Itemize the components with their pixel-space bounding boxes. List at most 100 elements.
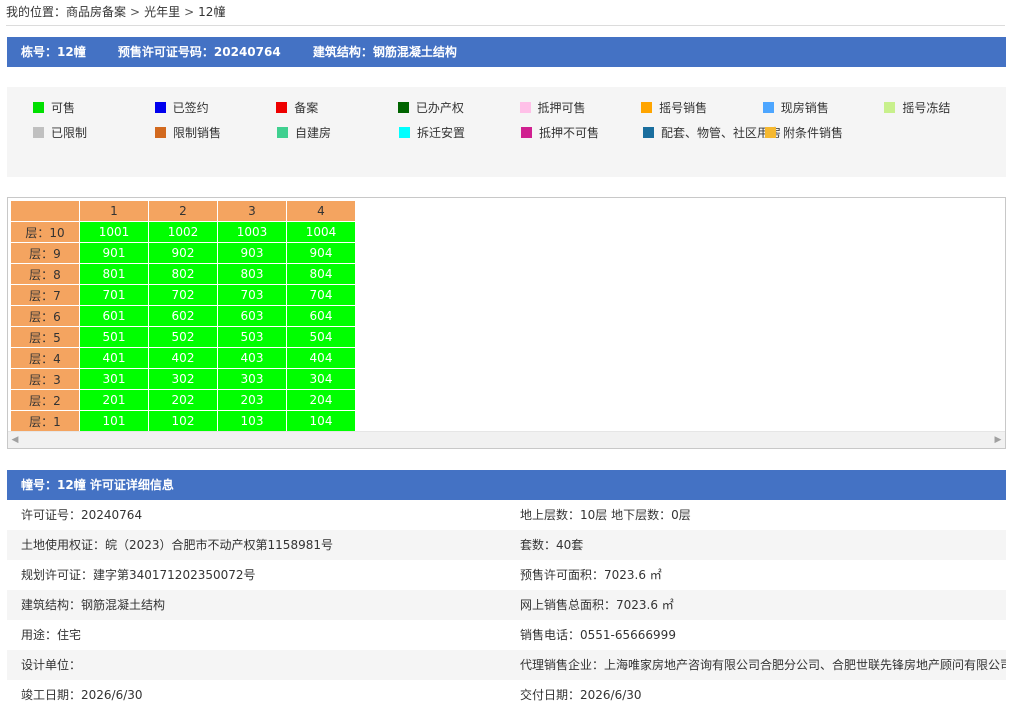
grid-floor-row: 层：4 401 402 403 404: [10, 347, 356, 369]
detail-field: 交付日期：2026/6/30: [520, 688, 642, 702]
legend-label: 已签约: [172, 101, 209, 115]
grid-corner-cell: [10, 200, 80, 222]
legend-row: 已限制 限制销售 自建房 拆迁安置 抵押不可售 配套、物管、社区用房 附条件销售: [33, 120, 1006, 145]
floor-label: 层：4: [10, 347, 80, 369]
unit-cell[interactable]: 402: [148, 347, 218, 369]
detail-field: 代理销售企业：上海唯家房地产咨询有限公司合肥分公司、合肥世联先锋房地产顾问有限公…: [520, 658, 1006, 672]
legend-item: 自建房: [277, 120, 399, 145]
scroll-right-icon[interactable]: ▶: [991, 432, 1005, 448]
breadcrumb-separator: >: [184, 5, 195, 19]
unit-cell[interactable]: 802: [148, 263, 218, 285]
unit-cell[interactable]: 304: [286, 368, 356, 390]
building-header-bar: 栋号：12幢 预售许可证号码：20240764 建筑结构：钢筋混凝土结构: [7, 37, 1006, 67]
legend-item: 抵押不可售: [521, 120, 643, 145]
unit-cell[interactable]: 202: [148, 389, 218, 411]
legend-swatch: [399, 127, 410, 138]
unit-cell[interactable]: 803: [217, 263, 287, 285]
unit-cell[interactable]: 401: [79, 347, 149, 369]
unit-cell[interactable]: 901: [79, 242, 149, 264]
unit-cell[interactable]: 904: [286, 242, 356, 264]
legend-label: 自建房: [295, 126, 332, 140]
detail-row: 建筑结构：钢筋混凝土结构 网上销售总面积：7023.6 ㎡: [7, 590, 1006, 620]
legend-swatch: [521, 127, 532, 138]
detail-field: 用途：住宅: [21, 628, 82, 642]
unit-cell[interactable]: 1002: [148, 221, 218, 243]
floor-label: 层：2: [10, 389, 80, 411]
unit-cell[interactable]: 1003: [217, 221, 287, 243]
unit-cell[interactable]: 503: [217, 326, 287, 348]
detail-field: 地上层数：10层 地下层数：0层: [520, 508, 691, 522]
legend-item: 已限制: [33, 120, 155, 145]
legend-item: 配套、物管、社区用房: [643, 120, 781, 145]
unit-cell[interactable]: 601: [79, 305, 149, 327]
unit-cell[interactable]: 704: [286, 284, 356, 306]
legend-swatch: [33, 102, 44, 113]
floor-label: 层：1: [10, 410, 80, 432]
building-structure: 建筑结构：钢筋混凝土结构: [312, 45, 457, 59]
legend-label: 配套、物管、社区用房: [661, 126, 782, 140]
unit-cell[interactable]: 1004: [286, 221, 356, 243]
unit-cell[interactable]: 902: [148, 242, 218, 264]
unit-cell[interactable]: 404: [286, 347, 356, 369]
legend-label: 限制销售: [173, 126, 222, 140]
floor-label: 层：10: [10, 221, 80, 243]
detail-field: 土地使用权证：皖（2023）合肥市不动产权第1158981号: [21, 538, 333, 552]
unit-cell[interactable]: 204: [286, 389, 356, 411]
unit-cell[interactable]: 504: [286, 326, 356, 348]
grid-floor-row: 层：8 801 802 803 804: [10, 263, 356, 285]
legend-label: 可售: [51, 101, 76, 115]
grid-column-header: 1: [79, 200, 149, 222]
unit-cell[interactable]: 302: [148, 368, 218, 390]
unit-cell[interactable]: 703: [217, 284, 287, 306]
detail-row: 土地使用权证：皖（2023）合肥市不动产权第1158981号 套数：40套: [7, 530, 1006, 560]
legend-swatch: [33, 127, 44, 138]
unit-cell[interactable]: 602: [148, 305, 218, 327]
legend-row: 可售 已签约 备案 已办产权 抵押可售 摇号销售 现房销售 摇号冻结: [33, 95, 1006, 120]
legend-label: 已办产权: [415, 101, 464, 115]
unit-cell[interactable]: 101: [79, 410, 149, 432]
unit-grid-panel: 1 2 3 4 层：10 1001 1002 1003 1004 层：9 901 902 903 904 层…: [7, 197, 1006, 449]
horizontal-scrollbar[interactable]: ◀ ▶: [8, 431, 1005, 448]
legend-swatch: [765, 127, 776, 138]
legend-item: 摇号销售: [641, 95, 763, 120]
detail-row: 用途：住宅 销售电话：0551-65666999: [7, 620, 1006, 650]
floor-label: 层：3: [10, 368, 80, 390]
unit-cell[interactable]: 603: [217, 305, 287, 327]
unit-cell[interactable]: 604: [286, 305, 356, 327]
unit-cell[interactable]: 502: [148, 326, 218, 348]
unit-cell[interactable]: 801: [79, 263, 149, 285]
scroll-left-icon[interactable]: ◀: [8, 432, 22, 448]
unit-cell[interactable]: 104: [286, 410, 356, 432]
breadcrumb: 我的位置：商品房备案 > 光年里 >12幢: [6, 3, 1005, 26]
grid-column-header: 4: [286, 200, 356, 222]
unit-cell[interactable]: 103: [217, 410, 287, 432]
detail-field: 预售许可面积：7023.6 ㎡: [520, 568, 662, 582]
unit-cell[interactable]: 102: [148, 410, 218, 432]
legend-label: 附条件销售: [783, 126, 844, 140]
floor-label: 层：9: [10, 242, 80, 264]
breadcrumb-link-records[interactable]: 商品房备案: [66, 5, 126, 19]
detail-field: 设计单位：: [21, 658, 82, 672]
legend-label: 已限制: [51, 126, 88, 140]
unit-cell[interactable]: 301: [79, 368, 149, 390]
floor-label: 层：5: [10, 326, 80, 348]
floor-label: 层：8: [10, 263, 80, 285]
unit-cell[interactable]: 1001: [79, 221, 149, 243]
breadcrumb-link-project[interactable]: 光年里: [144, 5, 180, 19]
detail-field: 销售电话：0551-65666999: [520, 628, 676, 642]
unit-cell[interactable]: 702: [148, 284, 218, 306]
grid-floor-row: 层：1 101 102 103 104: [10, 410, 356, 432]
unit-cell[interactable]: 203: [217, 389, 287, 411]
legend-swatch: [762, 102, 774, 113]
permit-details-table: 许可证号：20240764 地上层数：10层 地下层数：0层 土地使用权证：皖（20…: [7, 500, 1006, 710]
legend-label: 摇号冻结: [902, 101, 951, 115]
unit-cell[interactable]: 501: [79, 326, 149, 348]
grid-header-row: 1234: [10, 200, 356, 222]
unit-cell[interactable]: 903: [217, 242, 287, 264]
unit-cell[interactable]: 403: [217, 347, 287, 369]
unit-cell[interactable]: 303: [217, 368, 287, 390]
unit-cell[interactable]: 201: [79, 389, 149, 411]
unit-cell[interactable]: 804: [286, 263, 356, 285]
unit-cell[interactable]: 701: [79, 284, 149, 306]
grid-floor-row: 层：5 501 502 503 504: [10, 326, 356, 348]
